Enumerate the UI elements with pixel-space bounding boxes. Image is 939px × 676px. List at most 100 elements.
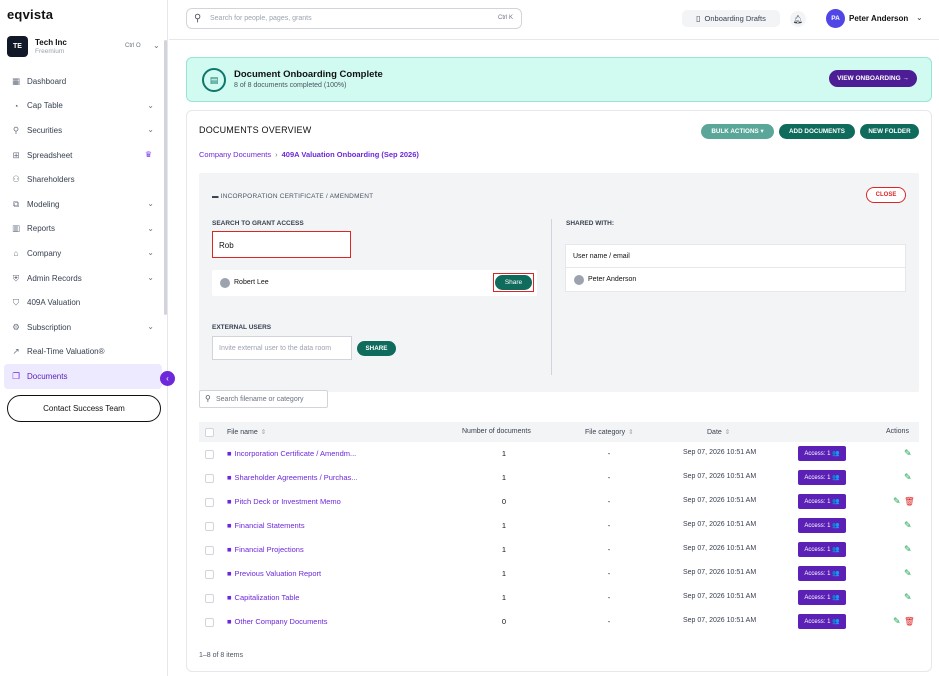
row-checkbox[interactable] <box>205 522 214 531</box>
row-checkbox[interactable] <box>205 450 214 459</box>
user-name[interactable]: Peter Anderson <box>849 14 908 23</box>
collapse-sidebar-icon[interactable]: ‹ <box>160 371 175 386</box>
external-user-input[interactable]: Invite external user to the data room <box>212 336 352 360</box>
breadcrumb-current[interactable]: 409A Valuation Onboarding (Sep 2026) <box>282 150 419 159</box>
bulk-actions-button[interactable]: BULK ACTIONS ▾ <box>701 124 774 139</box>
folder-link[interactable]: ■ Pitch Deck or Investment Memo <box>227 497 341 506</box>
grant-access-search-input[interactable]: Rob <box>212 231 351 258</box>
new-folder-button[interactable]: NEW FOLDER <box>860 124 919 139</box>
row-date: Sep 07, 2026 10:51 AM <box>683 569 757 576</box>
close-button[interactable]: CLOSE <box>866 187 906 203</box>
sidebar-item-securities[interactable]: ⚲ Securities ⌄ <box>4 118 162 143</box>
sidebar-item-admin-records[interactable]: ⛨ Admin Records ⌄ <box>4 266 162 291</box>
access-button[interactable]: Access: 1 👥 <box>798 614 846 629</box>
sidebar-item-label: Company <box>27 248 62 258</box>
sidebar-item-modeling[interactable]: ⧉ Modeling ⌄ <box>4 192 162 217</box>
row-checkbox[interactable] <box>205 546 214 555</box>
sidebar-item-cap-table[interactable]: ◔ Cap Table ⌄ <box>4 94 162 119</box>
chevron-down-icon[interactable]: ⌄ <box>916 13 923 22</box>
file-search-input[interactable]: ⚲ Search filename or category <box>199 390 328 408</box>
trash-icon[interactable]: 🗑︎ <box>904 616 915 627</box>
sidebar-item-shareholders[interactable]: ⚇ Shareholders <box>4 167 162 192</box>
sidebar-item-spreadsheet[interactable]: ⊞ Spreadsheet ♛ <box>4 143 162 168</box>
column-file-name[interactable]: File name ⇕ <box>227 428 266 436</box>
topbar: ⚲ Search for people, pages, grants Ctrl … <box>169 0 939 40</box>
folder-link[interactable]: ■ Other Company Documents <box>227 617 328 626</box>
row-date: Sep 07, 2026 10:51 AM <box>683 497 757 504</box>
shared-with-table: User name / email Peter Anderson <box>565 244 906 292</box>
app-logo[interactable]: eqvista <box>7 7 53 22</box>
admin-icon: ⛨ <box>12 272 20 283</box>
access-button[interactable]: Access: 1 👥 <box>798 542 846 557</box>
sidebar-item-label: Dashboard <box>27 76 67 86</box>
edit-icon[interactable]: ✎ <box>904 520 912 531</box>
folder-icon: ■ <box>227 593 232 602</box>
edit-icon[interactable]: ✎ <box>904 544 912 555</box>
access-button[interactable]: Access: 1 👥 <box>798 470 846 485</box>
table-row: ■ Pitch Deck or Investment Memo 0 - Sep 0… <box>199 491 919 515</box>
access-button[interactable]: Access: 1 👥 <box>798 446 846 461</box>
share-user-button[interactable]: Share <box>495 275 532 290</box>
row-checkbox[interactable] <box>205 570 214 579</box>
breadcrumb-root-link[interactable]: Company Documents <box>199 150 271 159</box>
folder-name: Previous Valuation Report <box>234 569 322 578</box>
column-date[interactable]: Date ⇕ <box>707 428 730 436</box>
external-share-button[interactable]: SHARE <box>357 341 396 356</box>
result-user-name: Robert Lee <box>234 279 269 286</box>
pagination-summary: 1–8 of 8 items <box>199 652 243 659</box>
row-date: Sep 07, 2026 10:51 AM <box>683 545 757 552</box>
folder-link[interactable]: ■ Capitalization Table <box>227 593 299 602</box>
folder-link[interactable]: ■ Incorporation Certificate / Amendm... <box>227 449 356 458</box>
folder-name: Shareholder Agreements / Purchas... <box>234 473 358 482</box>
avatar[interactable]: PA <box>826 9 845 28</box>
folder-link[interactable]: ■ Previous Valuation Report <box>227 569 321 578</box>
row-checkbox[interactable] <box>205 618 214 627</box>
add-documents-button[interactable]: ADD DOCUMENTS <box>779 124 855 139</box>
row-checkbox[interactable] <box>205 498 214 507</box>
folder-name: Incorporation Certificate / Amendm... <box>234 449 357 458</box>
access-button[interactable]: Access: 1 👥 <box>798 566 846 581</box>
bell-icon[interactable]: 🔔︎ <box>790 11 806 27</box>
edit-icon[interactable]: ✎ <box>904 448 912 459</box>
folder-link[interactable]: ■ Financial Statements <box>227 521 305 530</box>
folder-link[interactable]: ■ Shareholder Agreements / Purchas... <box>227 473 358 482</box>
access-button[interactable]: Access: 1 👥 <box>798 590 846 605</box>
column-file-category[interactable]: File category ⇕ <box>585 428 634 436</box>
share-folder-title-text: INCORPORATION CERTIFICATE / AMENDMENT <box>220 193 374 200</box>
avatar <box>220 278 230 288</box>
grid-icon: ⊞ <box>12 149 20 160</box>
sidebar-item-reports[interactable]: ▥ Reports ⌄ <box>4 217 162 242</box>
global-search-input[interactable]: ⚲ Search for people, pages, grants Ctrl … <box>186 8 522 29</box>
edit-icon[interactable]: ✎ <box>893 496 901 507</box>
onboarding-drafts-button[interactable]: ▯ Onboarding Drafts <box>682 10 780 27</box>
sidebar-item-409a-valuation[interactable]: ⛉ 409A Valuation <box>4 290 162 315</box>
edit-icon[interactable]: ✎ <box>893 616 901 627</box>
row-date: Sep 07, 2026 10:51 AM <box>683 593 757 600</box>
sidebar-item-label: 409A Valuation <box>27 298 81 308</box>
contact-success-button[interactable]: Contact Success Team <box>7 395 161 422</box>
sidebar-item-real-time-valuation[interactable]: ↗ Real-Time Valuation® <box>4 340 162 365</box>
sidebar-scrollbar[interactable] <box>164 40 167 315</box>
file-category: - <box>607 473 611 482</box>
edit-icon[interactable]: ✎ <box>904 592 912 603</box>
row-checkbox[interactable] <box>205 594 214 603</box>
org-switcher[interactable]: TE Tech Inc Freemium Ctrl O ⌄ <box>7 36 162 60</box>
trash-icon[interactable]: 🗑︎ <box>904 496 915 507</box>
access-button[interactable]: Access: 1 👥 <box>798 494 846 509</box>
select-all-checkbox[interactable] <box>205 428 214 437</box>
file-category: - <box>607 569 611 578</box>
folder-link[interactable]: ■ Financial Projections <box>227 545 304 554</box>
subscription-icon: ⚙ <box>12 321 20 332</box>
sidebar-item-dashboard[interactable]: ▦ Dashboard <box>4 69 162 94</box>
row-checkbox[interactable] <box>205 474 214 483</box>
chevron-down-icon: ⌄ <box>147 100 154 110</box>
file-category: - <box>607 521 611 530</box>
table-row: ■ Financial Statements 1 - Sep 07, 2026 1… <box>199 515 919 539</box>
edit-icon[interactable]: ✎ <box>904 472 912 483</box>
sidebar-item-company[interactable]: ⌂ Company ⌄ <box>4 241 162 266</box>
sidebar-item-documents[interactable]: ❐ Documents <box>4 364 162 389</box>
view-onboarding-button[interactable]: VIEW ONBOARDING → <box>829 70 917 87</box>
sidebar-item-subscription[interactable]: ⚙ Subscription ⌄ <box>4 315 162 340</box>
edit-icon[interactable]: ✎ <box>904 568 912 579</box>
access-button[interactable]: Access: 1 👥 <box>798 518 846 533</box>
